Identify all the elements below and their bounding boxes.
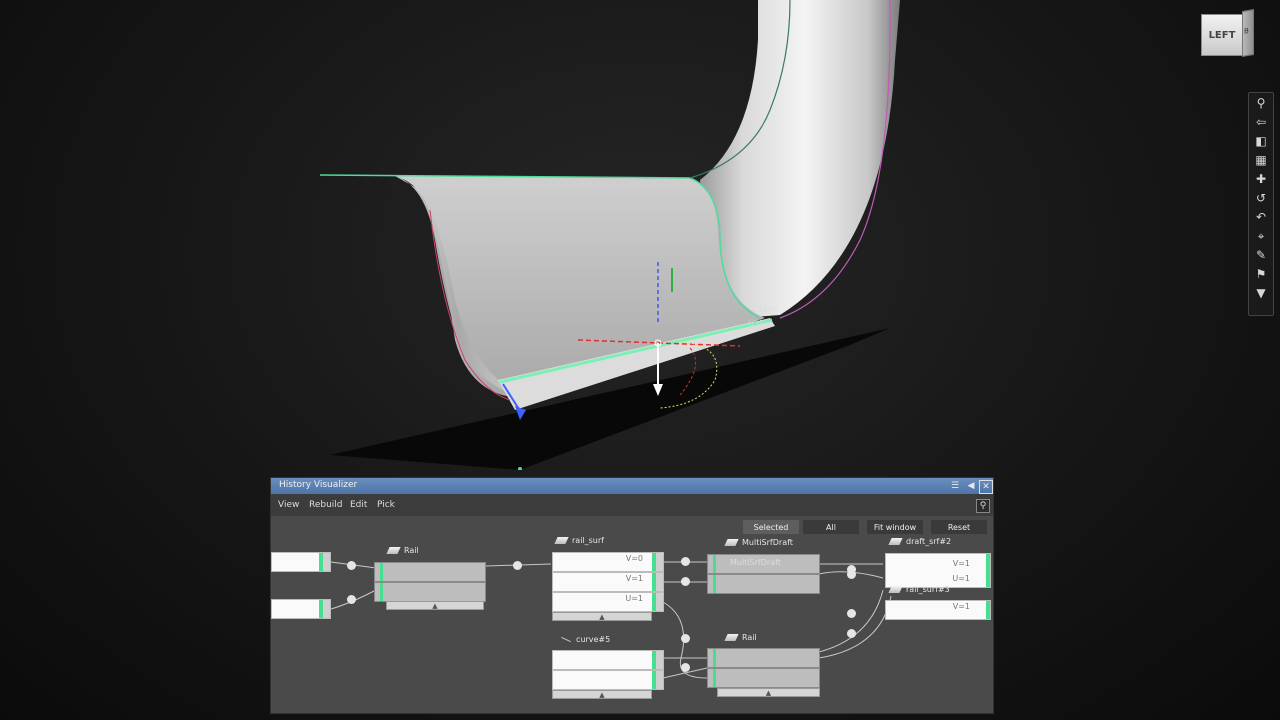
rail-right-slot[interactable] [707, 648, 820, 668]
rail-surf-slot-u1[interactable]: U=1 [552, 592, 664, 612]
tumble-icon[interactable]: ⌖ [1249, 226, 1273, 245]
connector-dot[interactable] [681, 663, 690, 672]
rail-surf-3-label[interactable]: rail_surf#3 [888, 585, 950, 594]
multi-srf-draft-label[interactable]: MultiSrfDraft [724, 538, 793, 547]
view-cube-side-label: B [1244, 26, 1249, 36]
pick-icon[interactable]: ✎ [1249, 245, 1273, 264]
look-at-icon[interactable]: ◧ [1249, 131, 1273, 150]
draft-srf-2-slot[interactable]: V=1 U=1 [885, 553, 991, 588]
connector-dot[interactable] [847, 629, 856, 638]
manip-label-curve: Curve [752, 304, 779, 315]
input-slot-1[interactable] [271, 552, 331, 572]
connector-dot[interactable] [847, 609, 856, 618]
multi-srf-draft-slot[interactable]: MultiSrfDraft [707, 554, 820, 574]
rail-right-label[interactable]: Rail [724, 633, 757, 642]
connector-dot[interactable] [847, 570, 856, 579]
view-cube[interactable]: LEFT B [1201, 8, 1254, 58]
draft-srf-2-label[interactable]: draft_srf#2 [888, 537, 951, 546]
connector-dot[interactable] [681, 557, 690, 566]
manip-label-off: (Off) [748, 319, 768, 330]
connector-dot[interactable] [513, 561, 522, 570]
move-view-icon[interactable]: ✚ [1249, 169, 1273, 188]
connector-dot[interactable] [681, 634, 690, 643]
curve-5-slot[interactable] [552, 650, 664, 670]
rail-surf-3-slot[interactable]: V=1 [885, 600, 991, 620]
curve-5-slot[interactable] [552, 670, 664, 690]
tag-icon[interactable]: ⚑ [1249, 264, 1273, 283]
rail-node-slot[interactable] [374, 562, 486, 582]
rail-node-slot[interactable] [374, 582, 486, 602]
draft-srf-2-value-v1: V=1 [952, 559, 970, 568]
frame-icon[interactable]: ▦ [1249, 150, 1273, 169]
multi-srf-draft-slot[interactable] [707, 574, 820, 594]
rail-surf-label[interactable]: rail_surf [554, 536, 604, 545]
expand-arrow[interactable]: ▲ [552, 612, 652, 621]
rail-right-slot[interactable] [707, 668, 820, 688]
draft-srf-2-value-u1: U=1 [952, 574, 970, 583]
multi-srf-draft-inner-label: MultiSrfDraft [730, 558, 781, 567]
history-visualizer-window: History Visualizer ☰ ◀ ✕ View Rebuild Ed… [270, 477, 994, 714]
orbit-icon[interactable]: ↺ [1249, 188, 1273, 207]
rail-node-label[interactable]: Rail [386, 546, 419, 555]
view-cube-side[interactable]: B [1242, 8, 1254, 58]
expand-arrow[interactable]: ▲ [386, 601, 484, 610]
back-icon[interactable]: ⇦ [1249, 112, 1273, 131]
expand-arrow[interactable]: ▲ [552, 690, 652, 699]
connector-dot[interactable] [347, 595, 356, 604]
input-slot-2[interactable] [271, 599, 331, 619]
bookmark-icon[interactable]: ▼ [1249, 283, 1273, 302]
rail-surf-slot-v0[interactable]: V=0 [552, 552, 664, 572]
model-scene[interactable]: Curve (Off) [0, 0, 1280, 470]
connector-dot[interactable] [347, 561, 356, 570]
view-toolbar: ⚲ ⇦ ◧ ▦ ✚ ↺ ↶ ⌖ ✎ ⚑ ▼ [1248, 92, 1274, 316]
connector-dot[interactable] [681, 577, 690, 586]
view-cube-face[interactable]: LEFT [1201, 14, 1243, 56]
expand-arrow[interactable]: ▲ [717, 688, 820, 697]
zoom-fit-icon[interactable]: ⚲ [1249, 93, 1273, 112]
rail-surf-slot-v1[interactable]: V=1 [552, 572, 664, 592]
curve-5-label[interactable]: curve#5 [561, 635, 610, 644]
undo-view-icon[interactable]: ↶ [1249, 207, 1273, 226]
